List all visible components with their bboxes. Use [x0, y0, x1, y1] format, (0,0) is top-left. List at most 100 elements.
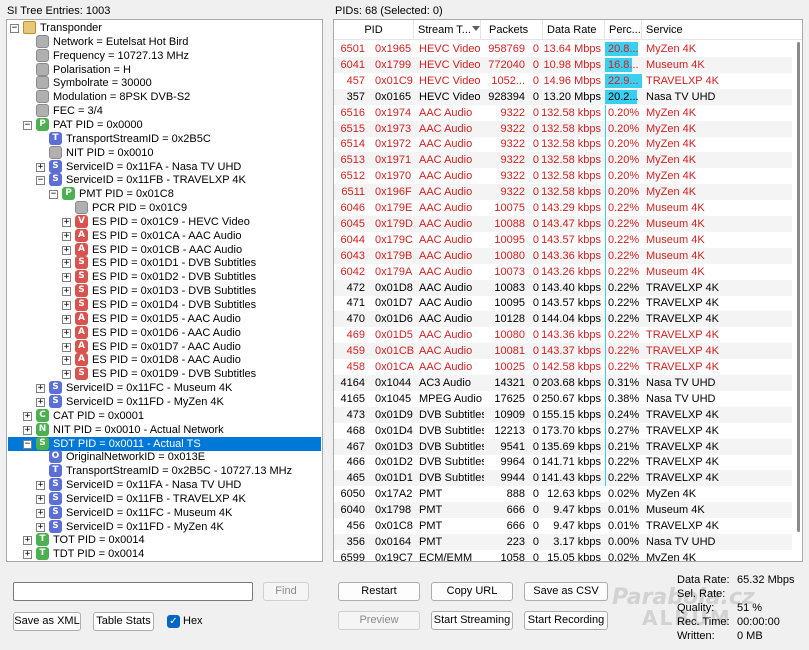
tree-node[interactable]: Symbolrate = 30000 — [7, 76, 321, 90]
si-tree[interactable]: − Transponder Network = Eutelsat Hot Bird F… — [6, 19, 323, 562]
expand-icon[interactable]: + — [62, 370, 71, 380]
expand-icon[interactable]: + — [23, 536, 32, 546]
collapse-icon[interactable]: − — [36, 176, 45, 186]
table-row[interactable]: 458 0x01CA AAC Audio 10025 0 142.58 kbps 0.22%… — [334, 359, 792, 375]
table-row[interactable]: 6516 0x1974 AAC Audio 9322 0 132.58 kbps 0.20%… — [334, 104, 792, 121]
tree-node[interactable]: + S ServiceID = 0x11FC - Museum 4K — [7, 505, 321, 520]
tree-node[interactable]: + A ES PID = 0x01CB - AAC Audio — [7, 242, 321, 257]
expand-icon[interactable]: + — [36, 397, 45, 407]
col-header-packets[interactable]: Packets — [481, 20, 543, 40]
tree-node[interactable]: + V ES PID = 0x01C9 - HEVC Video — [7, 214, 321, 229]
tree-node[interactable]: + S ES PID = 0x01D3 - DVB Subtitles — [7, 284, 321, 298]
tree-node[interactable]: Network = Eutelsat Hot Bird — [7, 34, 321, 49]
expand-icon[interactable]: + — [62, 245, 71, 255]
tree-node[interactable]: + A ES PID = 0x01D6 - AAC Audio — [7, 325, 321, 340]
table-row[interactable]: 6513 0x1971 AAC Audio 9322 0 132.58 kbps 0.20%… — [334, 152, 792, 169]
table-stats-button[interactable]: Table Stats — [93, 612, 154, 631]
copy-url-button[interactable]: Copy URL — [431, 582, 513, 601]
table-scrollbar-thumb[interactable] — [797, 42, 800, 532]
table-row[interactable]: 459 0x01CB AAC Audio 10081 0 143.37 kbps 0.22%… — [334, 343, 792, 360]
tree-node[interactable]: + S ServiceID = 0x11FB - TRAVELXP 4K — [7, 491, 321, 506]
table-row[interactable]: 6044 0x179C AAC Audio 10095 0 143.57 kbps 0.22… — [334, 231, 792, 248]
start-streaming-button[interactable]: Start Streaming — [431, 611, 513, 630]
col-header-pid[interactable]: PID — [334, 20, 414, 40]
tree-node[interactable]: PCR PID = 0x01C9 — [7, 201, 321, 215]
table-row[interactable]: 6046 0x179E AAC Audio 10075 0 143.29 kbps 0.22… — [334, 200, 792, 216]
tree-node[interactable]: + S ES PID = 0x01D4 - DVB Subtitles — [7, 298, 321, 312]
table-row[interactable]: 465 0x01D1 DVB Subtitles 9944 0 141.43 kbps 0.… — [334, 470, 792, 487]
table-row[interactable]: 6050 0x17A2 PMT 888 0 12.63 kbps 0.02% MyZen 4K — [334, 486, 792, 502]
table-row[interactable]: 6514 0x1972 AAC Audio 9322 0 132.58 kbps 0.20%… — [334, 136, 792, 153]
tree-node[interactable]: + A ES PID = 0x01D5 - AAC Audio — [7, 311, 321, 326]
tree-node[interactable]: + S ES PID = 0x01D1 - DVB Subtitles — [7, 256, 321, 270]
expand-icon[interactable]: + — [36, 494, 45, 504]
tree-node[interactable]: T TransportStreamID = 0x2B5C — [7, 131, 321, 146]
tree-node[interactable]: T TransportStreamID = 0x2B5C - 10727.13 M… — [7, 464, 321, 478]
expand-icon[interactable]: + — [62, 259, 71, 269]
tree-node[interactable]: − P PMT PID = 0x01C8 — [7, 187, 321, 201]
tree-node[interactable]: − S SDT PID = 0x0011 - Actual TS — [7, 436, 321, 451]
start-recording-button[interactable]: Start Recording — [524, 611, 608, 630]
tree-node[interactable]: + N NIT PID = 0x0010 - Actual Network — [7, 422, 321, 437]
table-row[interactable]: 6511 0x196F AAC Audio 9322 0 132.58 kbps 0.20%… — [334, 184, 792, 201]
tree-node[interactable]: − S ServiceID = 0x11FB - TRAVELXP 4K — [7, 173, 321, 187]
table-row[interactable]: 470 0x01D6 AAC Audio 10128 0 144.04 kbps 0.22%… — [334, 311, 792, 328]
preview-button[interactable]: Preview — [338, 611, 420, 630]
table-row[interactable]: 472 0x01D8 AAC Audio 10083 0 143.40 kbps 0.22%… — [334, 279, 792, 296]
table-row[interactable]: 456 0x01C8 PMT 666 0 9.47 kbps 0.01% TRAVELXP 4… — [334, 518, 792, 534]
col-header-data-rate[interactable]: Data Rate — [543, 20, 605, 40]
tree-node[interactable]: − Transponder — [7, 21, 321, 35]
expand-icon[interactable]: + — [62, 356, 71, 366]
tree-node[interactable]: + S ServiceID = 0x11FA - Nasa TV UHD — [7, 478, 321, 492]
table-row[interactable]: 6045 0x179D AAC Audio 10088 0 143.47 kbps 0.22… — [334, 215, 792, 232]
tree-node[interactable]: + S ServiceID = 0x11FD - MyZen 4K — [7, 519, 321, 534]
tree-node[interactable]: NIT PID = 0x0010 — [7, 145, 321, 160]
expand-icon[interactable]: + — [62, 301, 71, 310]
table-row[interactable]: 469 0x01D5 AAC Audio 10080 0 143.36 kbps 0.22%… — [334, 327, 792, 344]
tree-node[interactable]: − P PAT PID = 0x0000 — [7, 117, 321, 132]
expand-icon[interactable]: + — [36, 384, 45, 394]
find-input[interactable] — [13, 582, 253, 601]
table-row[interactable]: 4165 0x1045 MPEG Audio 17625 0 250.67 kbps 0.3… — [334, 390, 792, 407]
tree-node[interactable]: + T TDT PID = 0x0014 — [7, 547, 321, 561]
tree-node[interactable]: + S ServiceID = 0x11FC - Museum 4K — [7, 381, 321, 395]
table-row[interactable]: 4164 0x1044 AC3 Audio 14321 0 203.68 kbps 0.31… — [334, 374, 792, 391]
hex-checkbox[interactable]: ✓ — [167, 615, 180, 628]
tree-node[interactable]: + T TOT PID = 0x0014 — [7, 533, 321, 547]
expand-icon[interactable]: + — [62, 314, 71, 324]
tree-node[interactable]: + C CAT PID = 0x0001 — [7, 408, 321, 423]
collapse-icon[interactable]: − — [49, 190, 58, 200]
table-row[interactable]: 6042 0x179A AAC Audio 10073 0 143.26 kbps 0.22… — [334, 263, 792, 280]
table-row[interactable]: 6512 0x1970 AAC Audio 9322 0 132.58 kbps 0.20%… — [334, 168, 792, 185]
save-as-csv-button[interactable]: Save as CSV — [524, 582, 608, 601]
collapse-icon[interactable]: − — [23, 120, 32, 130]
table-row[interactable]: 473 0x01D9 DVB Subtitles 10909 0 155.15 kbps 0… — [334, 406, 792, 423]
expand-icon[interactable]: + — [62, 217, 71, 227]
tree-node[interactable]: + S ES PID = 0x01D2 - DVB Subtitles — [7, 270, 321, 284]
expand-icon[interactable]: + — [23, 550, 32, 560]
expand-icon[interactable]: + — [36, 508, 45, 518]
tree-node[interactable]: Modulation = 8PSK DVB-S2 — [7, 90, 321, 104]
table-row[interactable]: 467 0x01D3 DVB Subtitles 9541 0 135.69 kbps 0.… — [334, 438, 792, 455]
tree-node[interactable]: + A ES PID = 0x01D8 - AAC Audio — [7, 353, 321, 367]
tree-node[interactable]: + S ServiceID = 0x11FD - MyZen 4K — [7, 394, 321, 409]
table-row[interactable]: 457 0x01C9 HEVC Video 1052... 0 14.96 Mbps 22.… — [334, 73, 792, 89]
expand-icon[interactable]: + — [62, 287, 71, 297]
tree-node[interactable]: + S ServiceID = 0x11FA - Nasa TV UHD — [7, 159, 321, 174]
tree-node[interactable]: Frequency = 10727.13 MHz — [7, 48, 321, 63]
expand-icon[interactable]: + — [62, 342, 71, 352]
table-row[interactable]: 356 0x0164 PMT 223 0 3.17 kbps 0.00% Nasa TV UH… — [334, 533, 792, 550]
table-scrollbar[interactable] — [792, 40, 802, 561]
expand-icon[interactable]: + — [23, 411, 32, 421]
expand-icon[interactable]: + — [62, 231, 71, 241]
expand-icon[interactable]: + — [36, 162, 45, 172]
collapse-icon[interactable]: − — [23, 439, 32, 449]
col-header-service[interactable]: Service — [642, 20, 792, 40]
expand-icon[interactable]: + — [23, 425, 32, 435]
find-button[interactable]: Find — [263, 582, 309, 601]
table-row[interactable]: 6515 0x1973 AAC Audio 9322 0 132.58 kbps 0.20%… — [334, 120, 792, 137]
tree-node[interactable]: FEC = 3/4 — [7, 104, 321, 118]
table-row[interactable]: 6040 0x1798 PMT 666 0 9.47 kbps 0.01% Museum 4K — [334, 502, 792, 519]
col-header-percent[interactable]: Perc... — [605, 20, 642, 40]
pid-table[interactable]: PID Stream T... Packets Data Rate Perc..… — [333, 19, 803, 562]
